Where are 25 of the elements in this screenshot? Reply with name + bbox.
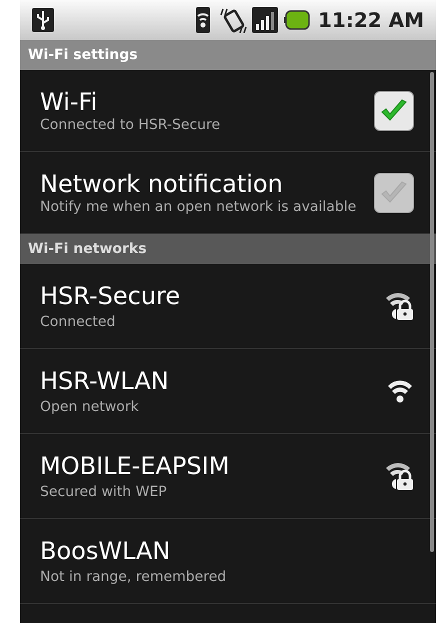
usb-icon: [32, 8, 54, 32]
network-name: BoosWLAN: [40, 536, 172, 567]
item-title: Wi-Fi: [40, 87, 98, 117]
network-name: MOBILE-EAPSIM: [40, 451, 230, 482]
clock: 11:22 AM: [318, 7, 424, 34]
checkbox[interactable]: [374, 90, 414, 130]
network-name: HSR-WLAN: [40, 366, 170, 397]
item-summary: Notify me when an open network is available: [40, 199, 358, 216]
wifi-lock-icon: [384, 291, 414, 321]
network-status: Not in range, remembered: [40, 568, 228, 587]
wifi-lock-icon: [384, 461, 414, 491]
vibrate-icon: [220, 7, 248, 33]
battery-icon: [284, 10, 310, 30]
network-name: HSR-Secure: [40, 281, 182, 312]
item-title: Network notification: [40, 169, 284, 199]
wifi-icon: [196, 7, 210, 33]
section-header: Wi-Fi settings: [20, 40, 436, 70]
signal-icon: [252, 7, 278, 33]
section-header: Wi-Fi networks: [20, 234, 436, 264]
item-summary: Connected to HSR-Secure: [40, 117, 222, 134]
network-status: Open network: [40, 398, 140, 417]
check-icon: [380, 98, 408, 122]
network-status: Secured with WEP: [40, 483, 168, 502]
network-status: Connected: [40, 313, 116, 332]
check-icon: [380, 180, 408, 204]
